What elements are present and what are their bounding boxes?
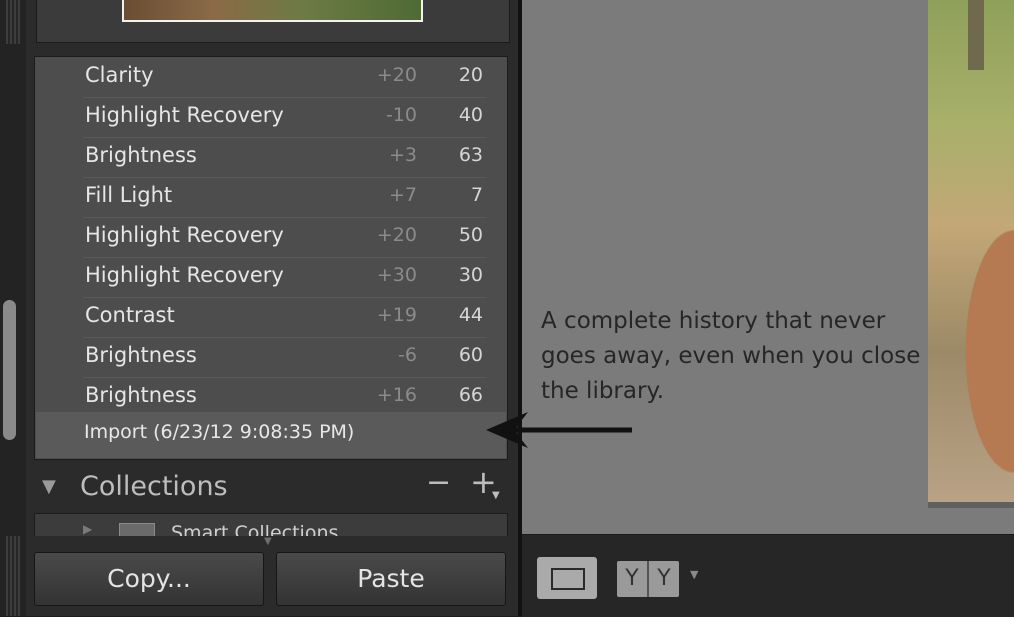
history-step[interactable]: Highlight Recovery -10 40 xyxy=(83,97,487,138)
collection-set-icon xyxy=(119,523,155,536)
history-step[interactable]: Contrast +19 44 xyxy=(83,297,487,338)
history-panel: Clarity +20 20 Highlight Recovery -10 40… xyxy=(34,56,508,460)
history-step-import[interactable]: Import (6/23/12 9:08:35 PM) xyxy=(36,412,506,458)
history-step-name: Highlight Recovery xyxy=(85,103,284,127)
after-view-glyph: Y xyxy=(657,566,671,591)
history-step-delta: +20 xyxy=(376,64,417,86)
history-step-value: 63 xyxy=(458,144,483,166)
photo-preview[interactable] xyxy=(928,0,1014,502)
history-step-delta: +7 xyxy=(388,184,417,206)
before-view-glyph: Y xyxy=(617,561,649,597)
annotation-arrow-icon xyxy=(486,412,632,448)
history-step[interactable]: Highlight Recovery +20 50 xyxy=(83,217,487,258)
panel-collapse-icon[interactable]: ▼ xyxy=(264,536,272,547)
chevron-down-icon[interactable]: ▼ xyxy=(690,568,698,581)
history-step[interactable]: Highlight Recovery +30 30 xyxy=(83,257,487,298)
history-step-value: 30 xyxy=(458,264,483,286)
history-step-value: 40 xyxy=(458,104,483,126)
navigator-preview-thumbnail[interactable] xyxy=(122,0,423,22)
history-step-delta: +16 xyxy=(376,384,417,406)
copy-settings-button[interactable]: Copy... xyxy=(34,552,264,606)
history-step-name: Brightness xyxy=(85,383,197,407)
chevron-down-icon[interactable]: ▼ xyxy=(492,490,500,501)
history-step-value: 44 xyxy=(458,304,483,326)
paste-settings-button[interactable]: Paste xyxy=(276,552,506,606)
history-step-value: 7 xyxy=(470,184,483,206)
history-step-value: 20 xyxy=(458,64,483,86)
history-step[interactable]: Fill Light +7 7 xyxy=(83,177,487,218)
panel-scrollbar-thumb[interactable] xyxy=(3,300,16,440)
rail-grip-top[interactable] xyxy=(6,0,20,44)
history-step-name: Fill Light xyxy=(85,183,173,207)
history-step-delta: +30 xyxy=(376,264,417,286)
history-step-delta: -10 xyxy=(385,104,417,126)
collections-list: ▶ Smart Collections xyxy=(34,513,508,536)
history-step-value: 66 xyxy=(458,384,483,406)
collections-title: Collections xyxy=(80,471,228,502)
disclosure-triangle-icon[interactable]: ▼ xyxy=(42,476,56,497)
collections-header[interactable]: ▼ Collections − + ▼ xyxy=(30,466,510,510)
history-step-name: Highlight Recovery xyxy=(85,263,284,287)
loupe-view-button[interactable] xyxy=(537,557,597,599)
history-step-delta: +20 xyxy=(376,224,417,246)
history-step-name: Clarity xyxy=(85,63,154,87)
history-step[interactable]: Clarity +20 20 xyxy=(83,57,487,98)
history-step-name: Highlight Recovery xyxy=(85,223,284,247)
history-step-name: Brightness xyxy=(85,343,197,367)
before-after-view-button[interactable]: Y Y xyxy=(617,561,679,597)
history-step-name: Brightness xyxy=(85,143,197,167)
disclosure-arrow-icon[interactable]: ▶ xyxy=(83,522,92,536)
import-step-label: Import (6/23/12 9:08:35 PM) xyxy=(84,421,355,443)
history-step-delta: +19 xyxy=(376,304,417,326)
photo-detail xyxy=(968,0,984,70)
history-step-delta: -6 xyxy=(398,344,417,366)
history-step[interactable]: Brightness -6 60 xyxy=(83,337,487,378)
history-step-value: 50 xyxy=(458,224,483,246)
history-step-delta: +3 xyxy=(388,144,417,166)
history-step[interactable]: Brightness +16 66 xyxy=(83,377,487,417)
loupe-view-icon xyxy=(551,568,585,590)
photo-shadow xyxy=(928,502,1014,508)
rail-grip-bottom[interactable] xyxy=(6,536,20,616)
remove-collection-button[interactable]: − xyxy=(426,468,451,498)
collection-item-label[interactable]: Smart Collections xyxy=(171,522,338,536)
history-step[interactable]: Brightness +3 63 xyxy=(83,137,487,178)
annotation-callout: A complete history that never goes away,… xyxy=(541,308,921,404)
history-step-value: 60 xyxy=(458,344,483,366)
history-step-name: Contrast xyxy=(85,303,175,327)
